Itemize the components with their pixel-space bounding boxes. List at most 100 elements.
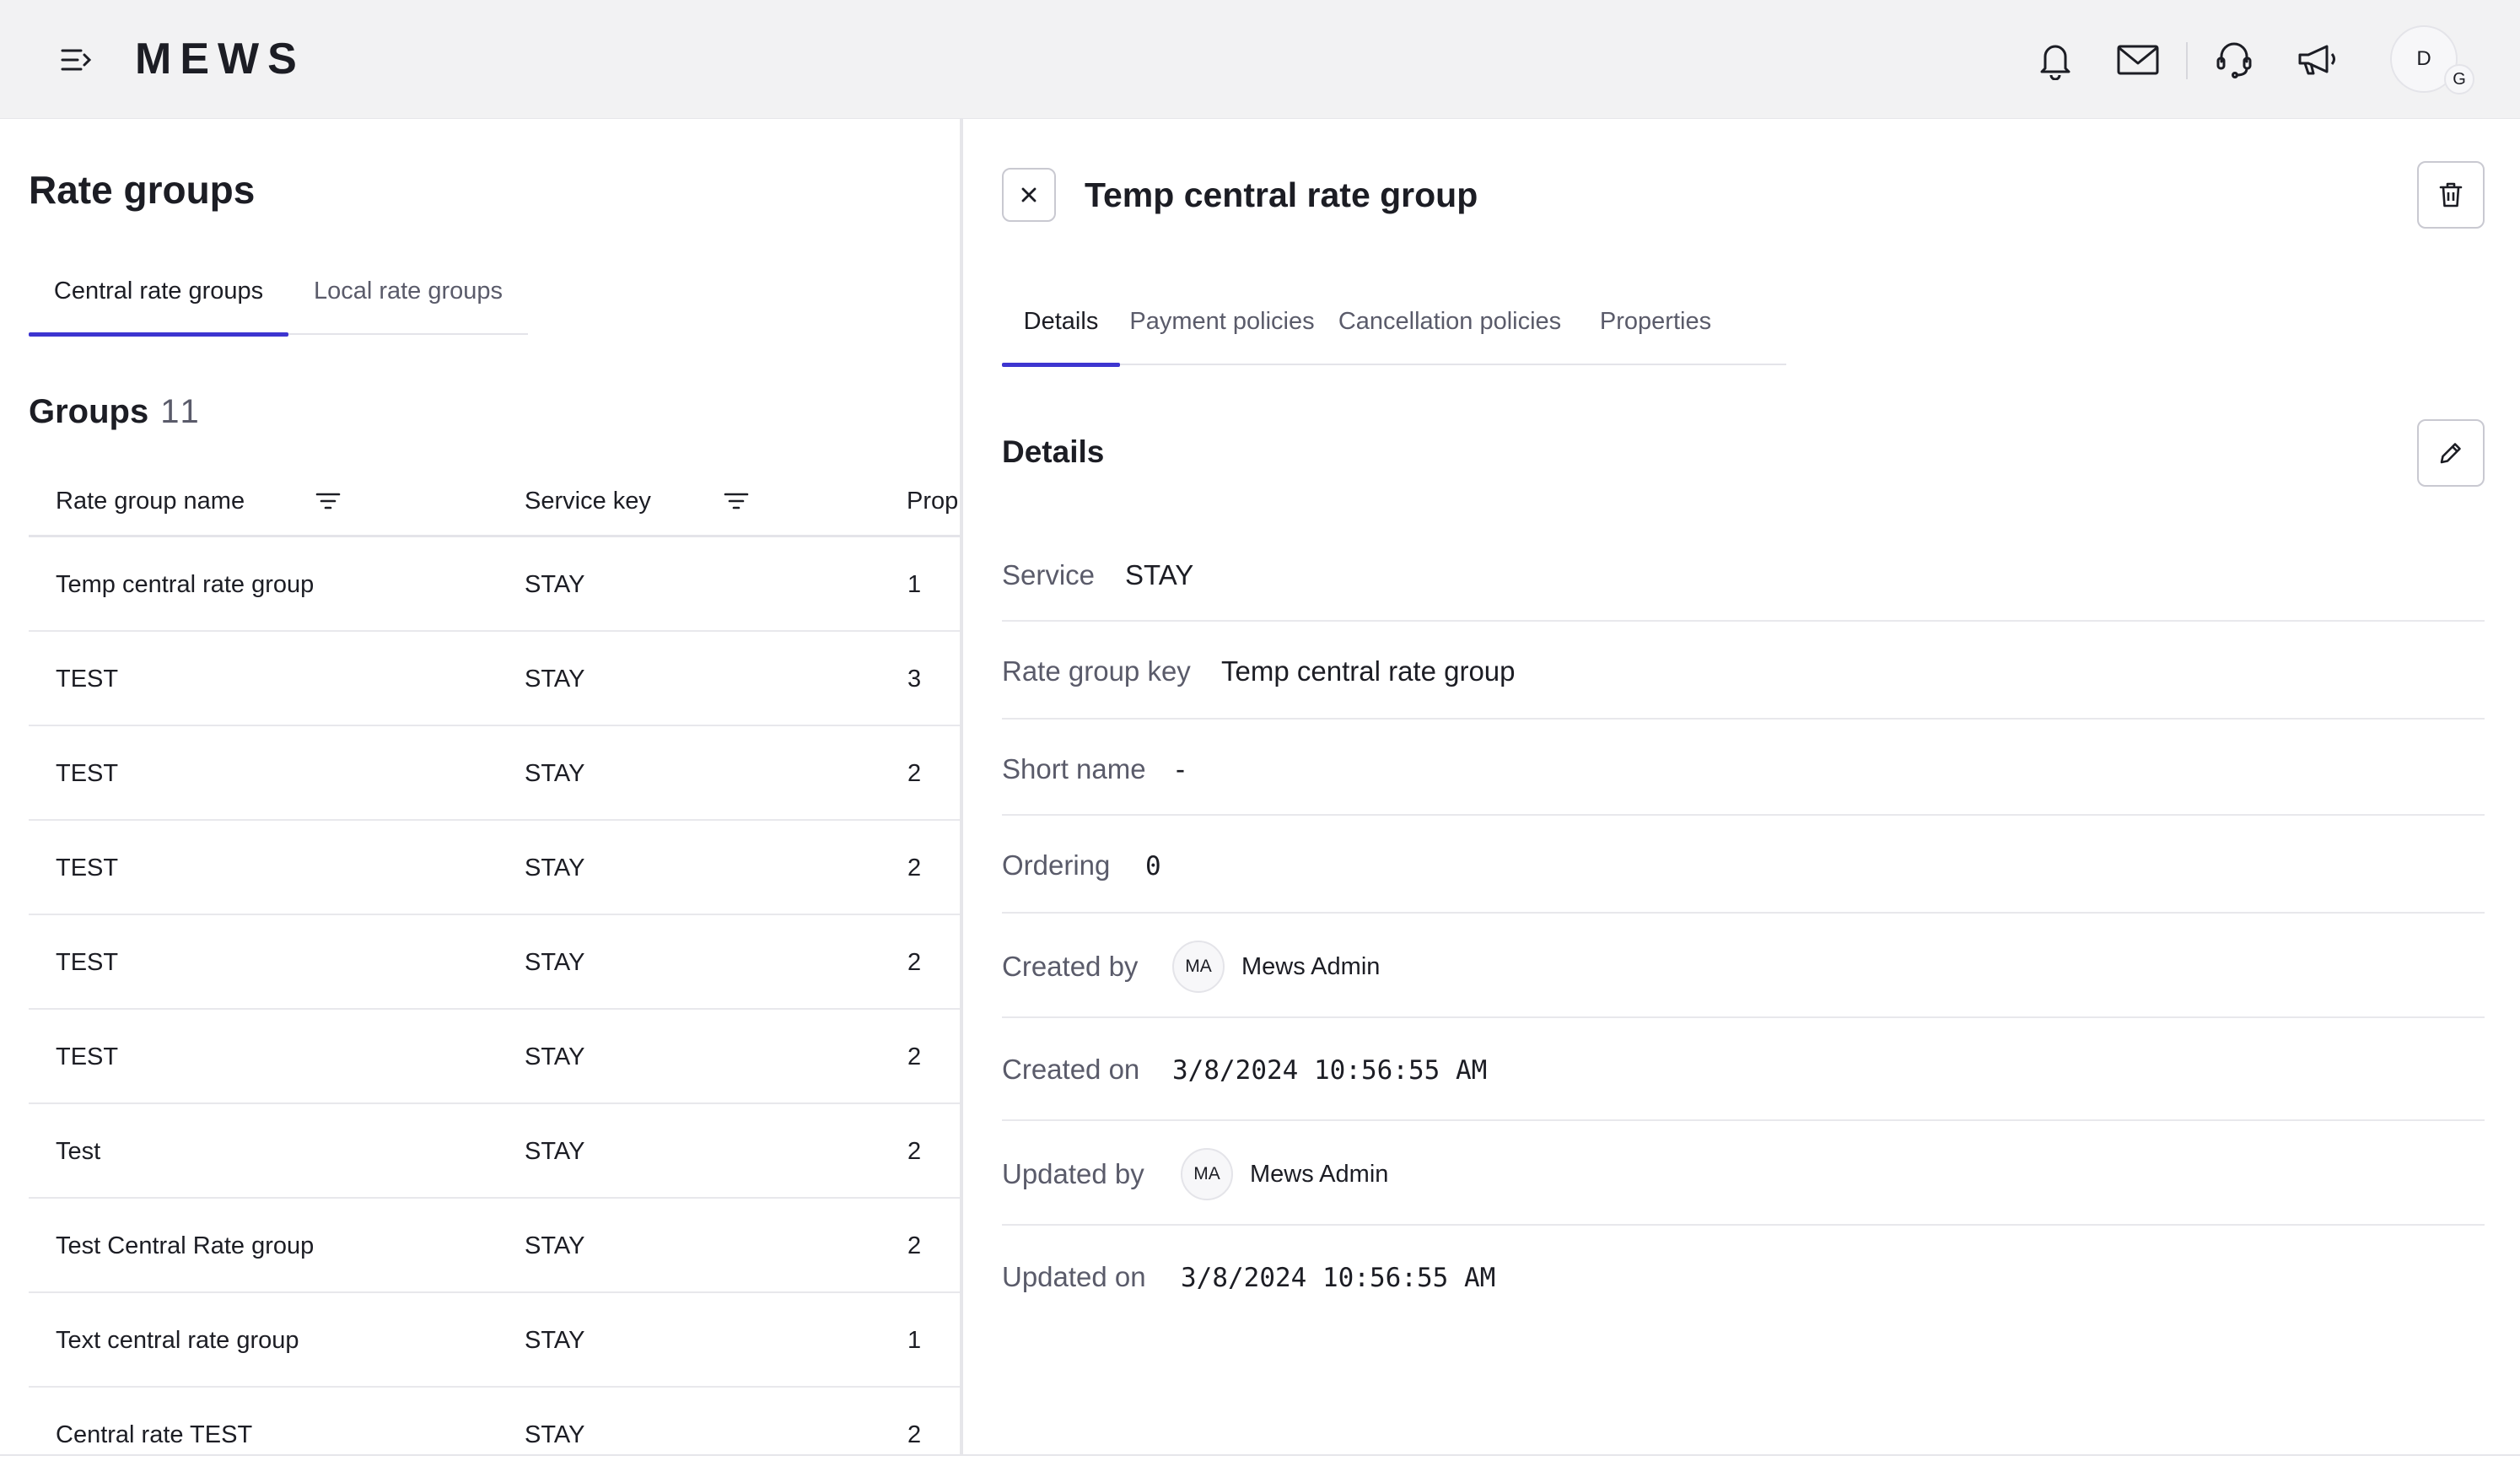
close-button[interactable] [1002,168,1056,222]
created-by-label: Created by [1002,951,1139,982]
mews-logo[interactable]: MEWS [135,35,305,83]
delete-button[interactable] [2417,161,2485,229]
properties-count: 2 [907,1232,922,1259]
service-key: STAY [525,1043,585,1070]
properties-count: 2 [907,760,922,787]
filter-icon[interactable] [315,492,341,510]
service-value: STAY [1125,559,1194,590]
table-row[interactable]: TEST STAY 2 [29,1010,960,1104]
rate-group-name: Test Central Rate group [56,1232,315,1259]
detail-row-ordering: Ordering 0 [1002,816,2485,914]
table-row[interactable]: Temp central rate group STAY 1 [29,537,960,632]
bottom-border [0,1454,2520,1456]
megaphone-icon[interactable] [2291,34,2343,86]
updated-on-value: 3/8/2024 10:56:55 AM [1181,1263,1496,1293]
rate-group-name: Temp central rate group [56,571,315,598]
tab-local-rate-groups[interactable]: Local rate groups [288,267,528,335]
details-section-title: Details [1002,434,1105,469]
rate-group-name: TEST [56,666,119,693]
properties-count: 2 [907,949,922,976]
properties-count: 2 [907,1421,922,1448]
created-on-label: Created on [1002,1054,1140,1085]
service-key: STAY [525,1327,585,1354]
top-bar: MEWS D G [0,0,2520,119]
ordering-label: Ordering [1002,849,1111,881]
close-icon [1021,187,1037,202]
properties-count: 2 [907,854,922,881]
detail-tabs: Details Payment policies Cancellation po… [1002,296,1786,367]
table-row[interactable]: Text central rate group STAY 1 [29,1293,960,1388]
pencil-icon [2440,443,2461,464]
table-row[interactable]: Test STAY 2 [29,1104,960,1199]
properties-count: 1 [907,1327,922,1354]
detail-row-created-by: Created by MA Mews Admin [1002,914,2485,1018]
tab-properties[interactable]: Properties [1575,296,1736,365]
properties-count: 2 [907,1138,922,1165]
detail-row-updated-on: Updated on 3/8/2024 10:56:55 AM [1002,1226,2485,1329]
column-service-key[interactable]: Service key [525,465,651,537]
tab-central-rate-groups[interactable]: Central rate groups [29,267,288,337]
rate-groups-table: Rate group name Service key Prop Temp ce… [29,465,960,1456]
updated-on-label: Updated on [1002,1261,1146,1292]
creator-avatar: MA [1172,941,1225,993]
rate-group-detail-panel: Temp central rate group Details Payment … [963,119,2520,1456]
detail-row-updated-by: Updated by MA Mews Admin [1002,1121,2485,1226]
rate-group-name: TEST [56,1043,119,1070]
table-row[interactable]: Test Central Rate group STAY 2 [29,1199,960,1293]
rate-group-name: TEST [56,949,119,976]
groups-label: Groups [29,393,149,430]
rate-group-name: Text central rate group [56,1327,299,1354]
filter-icon[interactable] [724,492,749,510]
tab-cancellation-policies[interactable]: Cancellation policies [1324,296,1575,365]
detail-row-service: Service STAY [1002,526,2485,622]
service-key: STAY [525,571,585,598]
updater-avatar: MA [1181,1148,1233,1200]
updater-name[interactable]: Mews Admin [1250,1161,1388,1189]
header-separator [2186,42,2188,79]
properties-count: 3 [907,666,922,693]
column-properties[interactable]: Prop [907,465,958,537]
tab-details[interactable]: Details [1002,296,1120,367]
rate-group-name: Test [56,1138,101,1165]
support-icon[interactable] [2208,34,2260,86]
column-rate-group-name[interactable]: Rate group name [56,465,245,537]
menu-icon[interactable] [52,39,100,81]
table-row[interactable]: TEST STAY 2 [29,726,960,821]
groups-count: 11 [160,393,202,430]
properties-count: 1 [907,571,922,598]
service-key: STAY [525,666,585,693]
service-key: STAY [525,854,585,881]
rate-group-name: TEST [56,760,119,787]
mail-icon[interactable] [2112,34,2164,86]
service-key: STAY [525,949,585,976]
table-row[interactable]: Central rate TEST STAY 2 [29,1388,960,1456]
short-name-value: - [1176,753,1185,784]
edit-button[interactable] [2417,419,2485,487]
page-title: Rate groups [29,168,256,212]
rate-group-name: Central rate TEST [56,1421,253,1448]
service-key: STAY [525,760,585,787]
table-header: Rate group name Service key Prop [29,465,960,537]
updated-by-label: Updated by [1002,1158,1144,1189]
table-row[interactable]: TEST STAY 3 [29,632,960,726]
enterprise-avatar: G [2444,64,2474,94]
creator-name[interactable]: Mews Admin [1241,953,1380,981]
bell-icon[interactable] [2029,34,2081,86]
rate-groups-panel: Rate groups Central rate groups Local ra… [0,119,960,1456]
rate-group-tabs: Central rate groups Local rate groups [29,267,528,337]
service-key: STAY [525,1138,585,1165]
rate-group-key-label: Rate group key [1002,655,1191,687]
created-on-value: 3/8/2024 10:56:55 AM [1172,1055,1488,1086]
rate-group-name: TEST [56,854,119,881]
detail-row-rate-group-key: Rate group key Temp central rate group [1002,622,2485,720]
table-row[interactable]: TEST STAY 2 [29,915,960,1010]
detail-row-created-on: Created on 3/8/2024 10:56:55 AM [1002,1018,2485,1121]
properties-count: 2 [907,1043,922,1070]
detail-row-short-name: Short name - [1002,720,2485,816]
tab-payment-policies[interactable]: Payment policies [1120,296,1324,365]
table-row[interactable]: TEST STAY 2 [29,821,960,915]
detail-title: Temp central rate group [1085,175,1478,214]
service-key: STAY [525,1421,585,1448]
rate-group-key-value: Temp central rate group [1221,655,1516,687]
service-label: Service [1002,559,1096,590]
